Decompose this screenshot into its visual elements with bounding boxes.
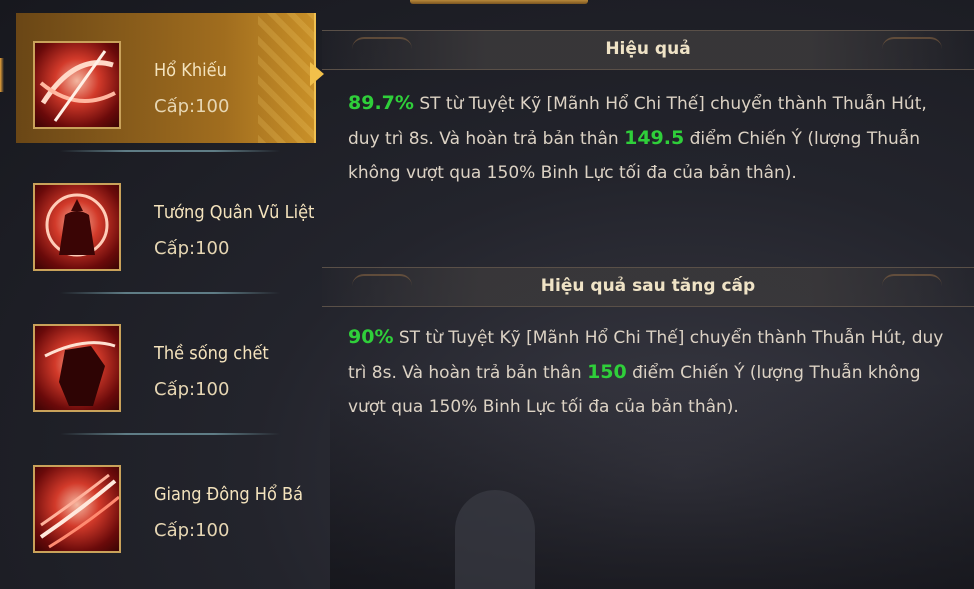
skill-level: Cấp:100	[154, 238, 230, 259]
effect-value-points: 149.5	[624, 127, 685, 149]
skill-item-ho-khieu[interactable]: Hổ Khiếu Cấp:100	[0, 0, 324, 143]
skill-list: Hổ Khiếu Cấp:100 Tướng Quân Vũ Liệt Cấp:…	[0, 0, 324, 589]
skill-name: Thề sống chết	[154, 343, 269, 364]
warrior-charge-icon	[33, 324, 121, 412]
header-ornament	[882, 37, 942, 63]
effect-title: Hiệu quả	[605, 39, 691, 59]
background-gate	[455, 490, 535, 589]
skill-name: Hổ Khiếu	[154, 60, 227, 81]
upgrade-value-percent: 90%	[348, 326, 394, 348]
skill-level: Cấp:100	[154, 520, 230, 541]
effect-value-percent: 89.7%	[348, 92, 414, 114]
skill-name: Tướng Quân Vũ Liệt	[154, 202, 315, 223]
skill-level: Cấp:100	[154, 96, 230, 117]
skill-item-giang-dong-ho-ba[interactable]: Giang Đông Hổ Bá Cấp:100	[0, 423, 320, 563]
upgrade-header: Hiệu quả sau tăng cấp	[322, 267, 974, 307]
effect-description: 89.7% ST từ Tuyệt Kỹ [Mãnh Hổ Chi Thế] c…	[348, 86, 948, 190]
skill-name: Giang Đông Hổ Bá	[154, 484, 304, 505]
effect-header: Hiệu quả	[322, 30, 974, 70]
selected-rays	[258, 13, 314, 143]
upgrade-description: 90% ST từ Tuyệt Kỹ [Mãnh Hổ Chi Thế] chu…	[348, 320, 948, 424]
header-ornament	[882, 274, 942, 300]
red-claw-strike-icon	[33, 465, 121, 553]
top-tab-edge	[410, 0, 588, 4]
upgrade-value-points: 150	[587, 361, 627, 383]
skill-item-tuong-quan-vu-liet[interactable]: Tướng Quân Vũ Liệt Cấp:100	[0, 141, 320, 281]
skill-item-the-song-chet[interactable]: Thề sống chết Cấp:100	[0, 282, 320, 422]
tiger-slash-icon	[33, 41, 121, 129]
general-silhouette-icon	[33, 183, 121, 271]
upgrade-title: Hiệu quả sau tăng cấp	[540, 276, 756, 296]
skill-level: Cấp:100	[154, 379, 230, 400]
